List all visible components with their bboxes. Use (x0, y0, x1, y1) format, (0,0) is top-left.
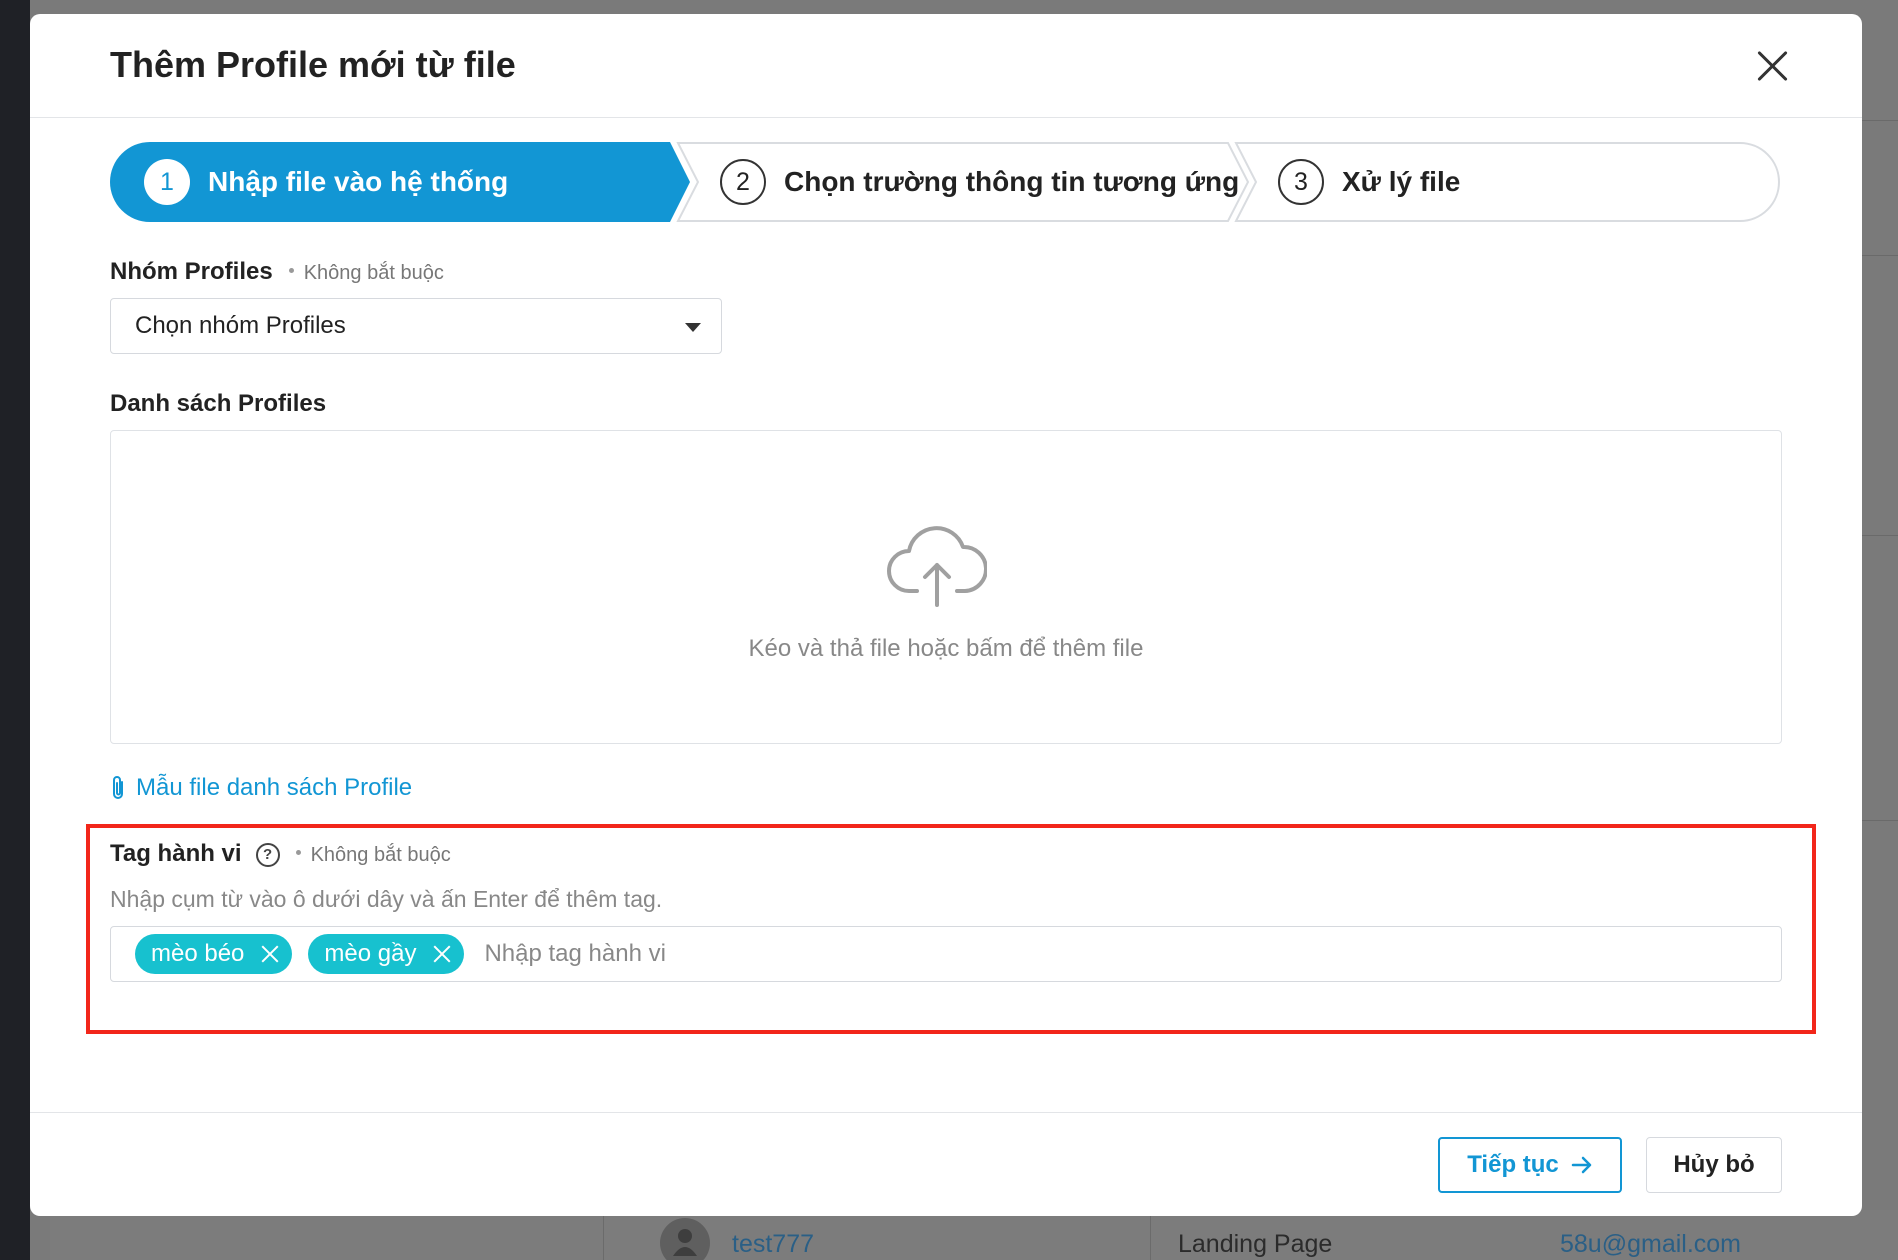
stepper: 1 Nhập file vào hệ thống 2 Chọn trường t… (110, 142, 1780, 222)
step-3-number: 3 (1278, 159, 1324, 205)
remove-tag-icon[interactable] (430, 942, 454, 966)
behavior-tag-hint: Nhập cụm từ vào ô dưới dây và ấn Enter đ… (110, 886, 663, 912)
group-label: Nhóm Profiles Không bắt buộc (110, 258, 444, 286)
step-3-label: Xử lý file (1342, 166, 1461, 197)
separator-dot (295, 850, 301, 856)
behavior-tag-optional: Không bắt buộc (310, 844, 451, 866)
modal-header: Thêm Profile mới từ file (30, 14, 1862, 118)
group-label-text: Nhóm Profiles (110, 258, 273, 285)
background-source: Landing Page (1178, 1230, 1333, 1258)
background-username: test777 (732, 1230, 815, 1258)
background-sidebar (0, 0, 30, 1260)
template-file-link-text: Mẫu file danh sách Profile (136, 774, 413, 801)
step-2-number: 2 (720, 159, 766, 205)
behavior-tag-input-box[interactable]: mèo béo mèo gầy (110, 926, 1782, 982)
background-column-divider (603, 1210, 604, 1260)
arrow-right-icon (1571, 1156, 1592, 1174)
tag-chip: mèo gầy (308, 934, 465, 974)
background-divider (1862, 820, 1898, 821)
tag-chip: mèo béo (135, 934, 293, 974)
avatar (660, 1218, 710, 1260)
background-divider (1862, 120, 1898, 121)
background-column-divider (1150, 1210, 1151, 1260)
behavior-tag-input[interactable] (484, 940, 1085, 968)
separator-dot (288, 268, 294, 274)
template-file-link[interactable]: Mẫu file danh sách Profile (110, 774, 412, 802)
dropzone-text: Kéo và thả file hoặc bấm để thêm file (748, 635, 1144, 662)
step-2[interactable]: 2 Chọn trường thông tin tương ứng (720, 142, 1239, 222)
continue-button-label: Tiếp tục (1467, 1151, 1559, 1178)
behavior-tag-label-text: Tag hành vi (110, 840, 242, 867)
profile-group-selected: Chọn nhóm Profiles (135, 312, 346, 339)
profile-group-select[interactable]: Chọn nhóm Profiles (110, 298, 722, 354)
step-1-number: 1 (144, 159, 190, 205)
background-divider (1862, 535, 1898, 536)
profile-list-label: Danh sách Profiles (110, 390, 327, 417)
modal-title: Thêm Profile mới từ file (110, 44, 516, 85)
step-2-label: Chọn trường thông tin tương ứng (784, 166, 1240, 197)
group-optional: Không bắt buộc (303, 262, 444, 284)
import-profile-modal: Thêm Profile mới từ file 1 Nhập file vào… (30, 14, 1862, 1216)
cloud-upload-icon (887, 526, 987, 607)
question-circle-icon[interactable]: ? (255, 842, 280, 867)
tag-chip-label: mèo gầy (324, 940, 417, 967)
modal-footer: Tiếp tục Hủy bỏ (30, 1112, 1862, 1216)
step-1-label: Nhập file vào hệ thống (208, 166, 509, 197)
tag-chip-label: mèo béo (151, 940, 245, 967)
background-divider (1862, 255, 1898, 256)
continue-button[interactable]: Tiếp tục (1438, 1137, 1622, 1193)
remove-tag-icon[interactable] (258, 942, 282, 966)
paperclip-icon (113, 776, 123, 799)
close-icon[interactable] (1754, 48, 1790, 84)
background-email: 58u@gmail.com (1560, 1230, 1742, 1258)
file-dropzone[interactable]: Kéo và thả file hoặc bấm để thêm file (110, 430, 1782, 744)
step-1[interactable]: 1 Nhập file vào hệ thống (144, 142, 508, 222)
caret-down-icon (685, 323, 701, 332)
cancel-button[interactable]: Hủy bỏ (1646, 1137, 1782, 1193)
behavior-tag-label: Tag hành vi? Không bắt buộc (110, 840, 451, 868)
step-3[interactable]: 3 Xử lý file (1278, 142, 1460, 222)
